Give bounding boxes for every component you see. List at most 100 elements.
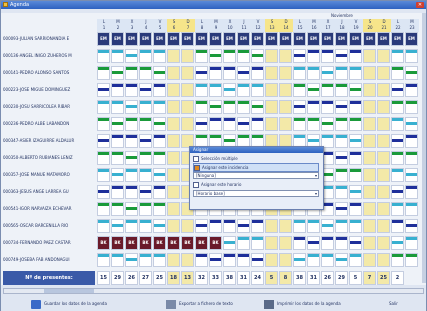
schedule-cell[interactable] [363,49,376,63]
schedule-cell[interactable] [335,236,348,250]
schedule-cell[interactable] [391,253,404,267]
schedule-cell[interactable] [139,83,152,97]
schedule-cell[interactable] [153,253,166,267]
schedule-cell[interactable] [167,134,180,148]
schedule-cell[interactable] [279,219,292,233]
schedule-cell[interactable] [195,66,208,80]
schedule-cell[interactable] [307,66,320,80]
schedule-cell[interactable] [391,134,404,148]
schedule-cell[interactable] [405,117,418,131]
schedule-cell[interactable] [237,236,250,250]
schedule-cell[interactable] [405,49,418,63]
schedule-cell[interactable] [405,236,418,250]
schedule-cell[interactable] [139,253,152,267]
schedule-cell[interactable] [279,236,292,250]
schedule-cell[interactable] [111,134,124,148]
schedule-cell[interactable] [167,219,180,233]
schedule-cell[interactable] [391,83,404,97]
schedule-cell[interactable] [279,66,292,80]
schedule-cell[interactable] [363,185,376,199]
schedule-cell[interactable] [223,219,236,233]
schedule-cell[interactable] [209,117,222,131]
schedule-cell[interactable] [237,83,250,97]
schedule-cell[interactable]: EM [195,32,208,46]
schedule-cell[interactable] [265,100,278,114]
schedule-cell[interactable] [97,202,110,216]
schedule-cell[interactable] [139,100,152,114]
schedule-cell[interactable] [125,219,138,233]
schedule-cell[interactable] [391,100,404,114]
schedule-cell[interactable] [223,100,236,114]
schedule-cell[interactable] [195,49,208,63]
employee-name[interactable]: 000141-PEDRO ALONSO SANTOS [3,66,96,80]
schedule-cell[interactable] [363,219,376,233]
schedule-cell[interactable] [349,66,362,80]
schedule-cell[interactable]: EM [167,32,180,46]
day-header-19[interactable]: V 19 [349,19,363,32]
schedule-cell[interactable]: BK [167,236,180,250]
schedule-cell[interactable] [125,253,138,267]
schedule-cell[interactable] [335,253,348,267]
schedule-cell[interactable] [153,117,166,131]
schedule-cell[interactable] [265,66,278,80]
schedule-cell[interactable] [265,219,278,233]
employee-name[interactable]: 000541-IGOR NARVAIZA ECHEVAR [3,202,96,216]
schedule-cell[interactable]: BK [97,236,110,250]
schedule-cell[interactable] [139,219,152,233]
schedule-cell[interactable] [307,117,320,131]
schedule-cell[interactable]: BK [181,236,194,250]
schedule-cell[interactable] [377,49,390,63]
schedule-cell[interactable] [125,117,138,131]
day-header-18[interactable]: J 18 [335,19,349,32]
schedule-cell[interactable]: EM [223,32,236,46]
schedule-cell[interactable] [265,83,278,97]
schedule-cell[interactable] [391,151,404,165]
schedule-cell[interactable] [237,117,250,131]
schedule-cell[interactable]: EM [307,32,320,46]
schedule-cell[interactable] [377,83,390,97]
schedule-cell[interactable] [181,253,194,267]
schedule-cell[interactable] [125,151,138,165]
schedule-cell[interactable] [111,49,124,63]
schedule-cell[interactable] [125,134,138,148]
employee-name[interactable]: 000347-ASIER IZAGUIRRE ALDALUR [3,134,96,148]
schedule-cell[interactable] [405,202,418,216]
assign-incidence-option[interactable]: Asignar este incidencia [193,163,319,172]
employee-name[interactable]: 000363-JESUS ANGE LARREA GU [3,185,96,199]
schedule-cell[interactable]: EM [111,32,124,46]
schedule-cell[interactable] [335,66,348,80]
schedule-cell[interactable] [293,117,306,131]
day-header-1[interactable]: L1 [97,19,111,32]
schedule-cell[interactable] [349,151,362,165]
day-header-13[interactable]: S 13 [265,19,279,32]
employee-name[interactable]: 000350-ALBERTO RUBIANES LENIZ [3,151,96,165]
employee-name[interactable]: 000734-FERNANDO PAEZ CASTAR [3,236,96,250]
schedule-cell[interactable] [195,83,208,97]
schedule-cell[interactable] [279,253,292,267]
schedule-cell[interactable] [363,202,376,216]
schedule-cell[interactable] [265,253,278,267]
schedule-cell[interactable] [153,168,166,182]
schedule-cell[interactable] [349,100,362,114]
schedule-cell[interactable] [335,151,348,165]
schedule-cell[interactable] [265,49,278,63]
day-header-22[interactable]: L 22 [391,19,405,32]
schedule-cell[interactable] [125,100,138,114]
schedule-cell[interactable]: EM [125,32,138,46]
schedule-cell[interactable]: BK [153,236,166,250]
schedule-cell[interactable] [251,236,264,250]
schedule-cell[interactable]: EM [321,32,334,46]
schedule-cell[interactable] [97,253,110,267]
schedule-cell[interactable] [321,49,334,63]
schedule-cell[interactable] [251,83,264,97]
schedule-cell[interactable] [363,253,376,267]
incidence-select[interactable]: [Ninguna] ▾ [193,172,319,179]
schedule-cell[interactable] [209,100,222,114]
schedule-cell[interactable] [391,168,404,182]
schedule-cell[interactable] [405,219,418,233]
schedule-cell[interactable] [349,253,362,267]
schedule-cell[interactable] [223,49,236,63]
schedule-cell[interactable] [167,100,180,114]
employee-name[interactable]: 000357-JOSE MANUE MATAMORO [3,168,96,182]
schedule-cell[interactable] [293,66,306,80]
